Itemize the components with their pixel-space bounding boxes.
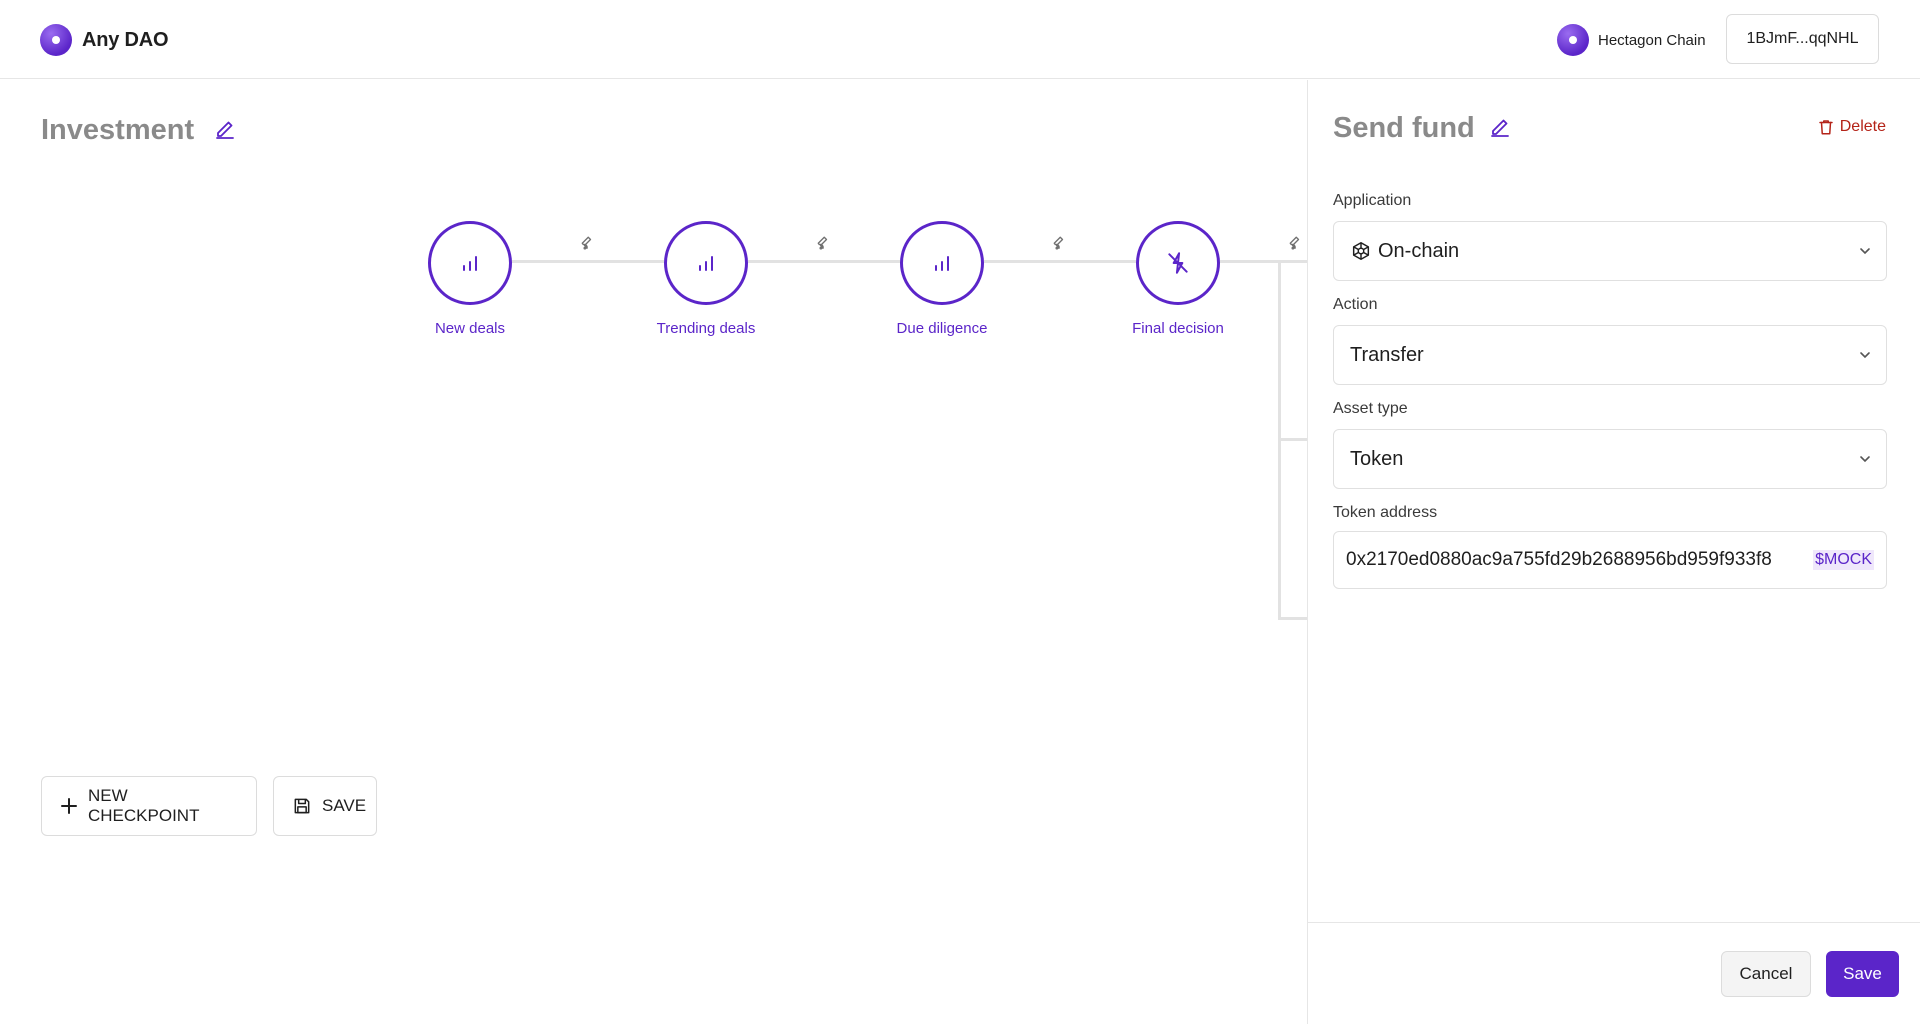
bar-chart-icon <box>696 253 716 273</box>
checkpoint-node-due-diligence[interactable] <box>900 221 984 305</box>
chevron-down-icon <box>1858 348 1872 362</box>
save-button[interactable]: Save <box>1826 951 1899 997</box>
branch-connector <box>1278 438 1308 441</box>
brand-name: Any DAO <box>82 28 169 51</box>
brand[interactable]: Any DAO <box>40 24 169 56</box>
trash-icon <box>1817 118 1835 136</box>
action-value: Transfer <box>1350 343 1424 366</box>
panel-footer-divider <box>1308 922 1920 923</box>
chevron-down-icon <box>1858 452 1872 466</box>
action-config-panel: Send fund Delete Application On-chain Ac… <box>1307 80 1920 1024</box>
wrench-icon[interactable] <box>580 235 598 253</box>
edit-panel-title-icon[interactable] <box>1488 116 1512 140</box>
asset-type-label: Asset type <box>1333 400 1408 417</box>
save-workflow-button[interactable]: SAVE <box>273 776 377 836</box>
save-workflow-label: SAVE <box>322 796 367 815</box>
asset-type-value: Token <box>1350 447 1404 470</box>
workflow-canvas: Investment New deals Trending deals Due … <box>0 80 1308 1024</box>
flow-connector <box>748 260 900 263</box>
new-checkpoint-button[interactable]: NEW CHECKPOINT <box>41 776 257 836</box>
checkpoint-node-final-decision[interactable] <box>1136 221 1220 305</box>
panel-title: Send fund <box>1333 112 1475 144</box>
wrench-icon[interactable] <box>1052 235 1070 253</box>
token-address-value: 0x2170ed0880ac9a755fd29b2688956bd959f933… <box>1346 549 1772 570</box>
wrench-icon[interactable] <box>816 235 834 253</box>
edit-title-icon[interactable] <box>213 118 237 142</box>
chain-name: Hectagon Chain <box>1598 31 1706 49</box>
bar-chart-icon <box>932 253 952 273</box>
asset-type-select[interactable]: Token <box>1333 429 1887 489</box>
wrench-icon[interactable] <box>1288 235 1306 253</box>
flash-off-icon <box>1165 250 1191 276</box>
checkpoint-label: Final decision <box>1132 320 1224 337</box>
checkpoint-label: Due diligence <box>896 320 988 337</box>
chain-logo-icon <box>1557 24 1589 56</box>
plus-icon <box>60 797 78 815</box>
flow-connector <box>512 260 664 263</box>
top-header: Any DAO Hectagon Chain 1BJmF...qqNHL <box>0 0 1920 79</box>
checkpoint-node-trending-deals[interactable] <box>664 221 748 305</box>
application-select[interactable]: On-chain <box>1333 221 1887 281</box>
chevron-down-icon <box>1858 244 1872 258</box>
action-select[interactable]: Transfer <box>1333 325 1887 385</box>
flow-connector <box>984 260 1136 263</box>
branch-connector <box>1278 617 1308 620</box>
on-chain-icon <box>1350 240 1372 262</box>
checkpoint-label: New deals <box>434 320 506 337</box>
page-title: Investment <box>41 114 195 146</box>
checkpoint-label: Trending deals <box>656 320 756 337</box>
token-address-field[interactable]: 0x2170ed0880ac9a755fd29b2688956bd959f933… <box>1333 531 1887 589</box>
action-label: Action <box>1333 296 1378 313</box>
bar-chart-icon <box>460 253 480 273</box>
new-checkpoint-label: NEW CHECKPOINT <box>88 786 200 825</box>
dao-logo-icon <box>40 24 72 56</box>
delete-label: Delete <box>1839 118 1886 135</box>
token-symbol-badge: $MOCK <box>1813 550 1874 570</box>
application-value: On-chain <box>1378 239 1460 262</box>
cancel-button[interactable]: Cancel <box>1721 951 1811 997</box>
chain-selector[interactable]: Hectagon Chain <box>1557 24 1706 56</box>
application-label: Application <box>1333 192 1412 209</box>
floppy-disk-icon <box>292 796 312 816</box>
token-address-label: Token address <box>1333 504 1438 521</box>
flow-connector <box>1220 260 1308 263</box>
checkpoint-node-new-deals[interactable] <box>428 221 512 305</box>
delete-button[interactable]: Delete <box>1817 118 1886 136</box>
wallet-address-button[interactable]: 1BJmF...qqNHL <box>1726 14 1879 64</box>
